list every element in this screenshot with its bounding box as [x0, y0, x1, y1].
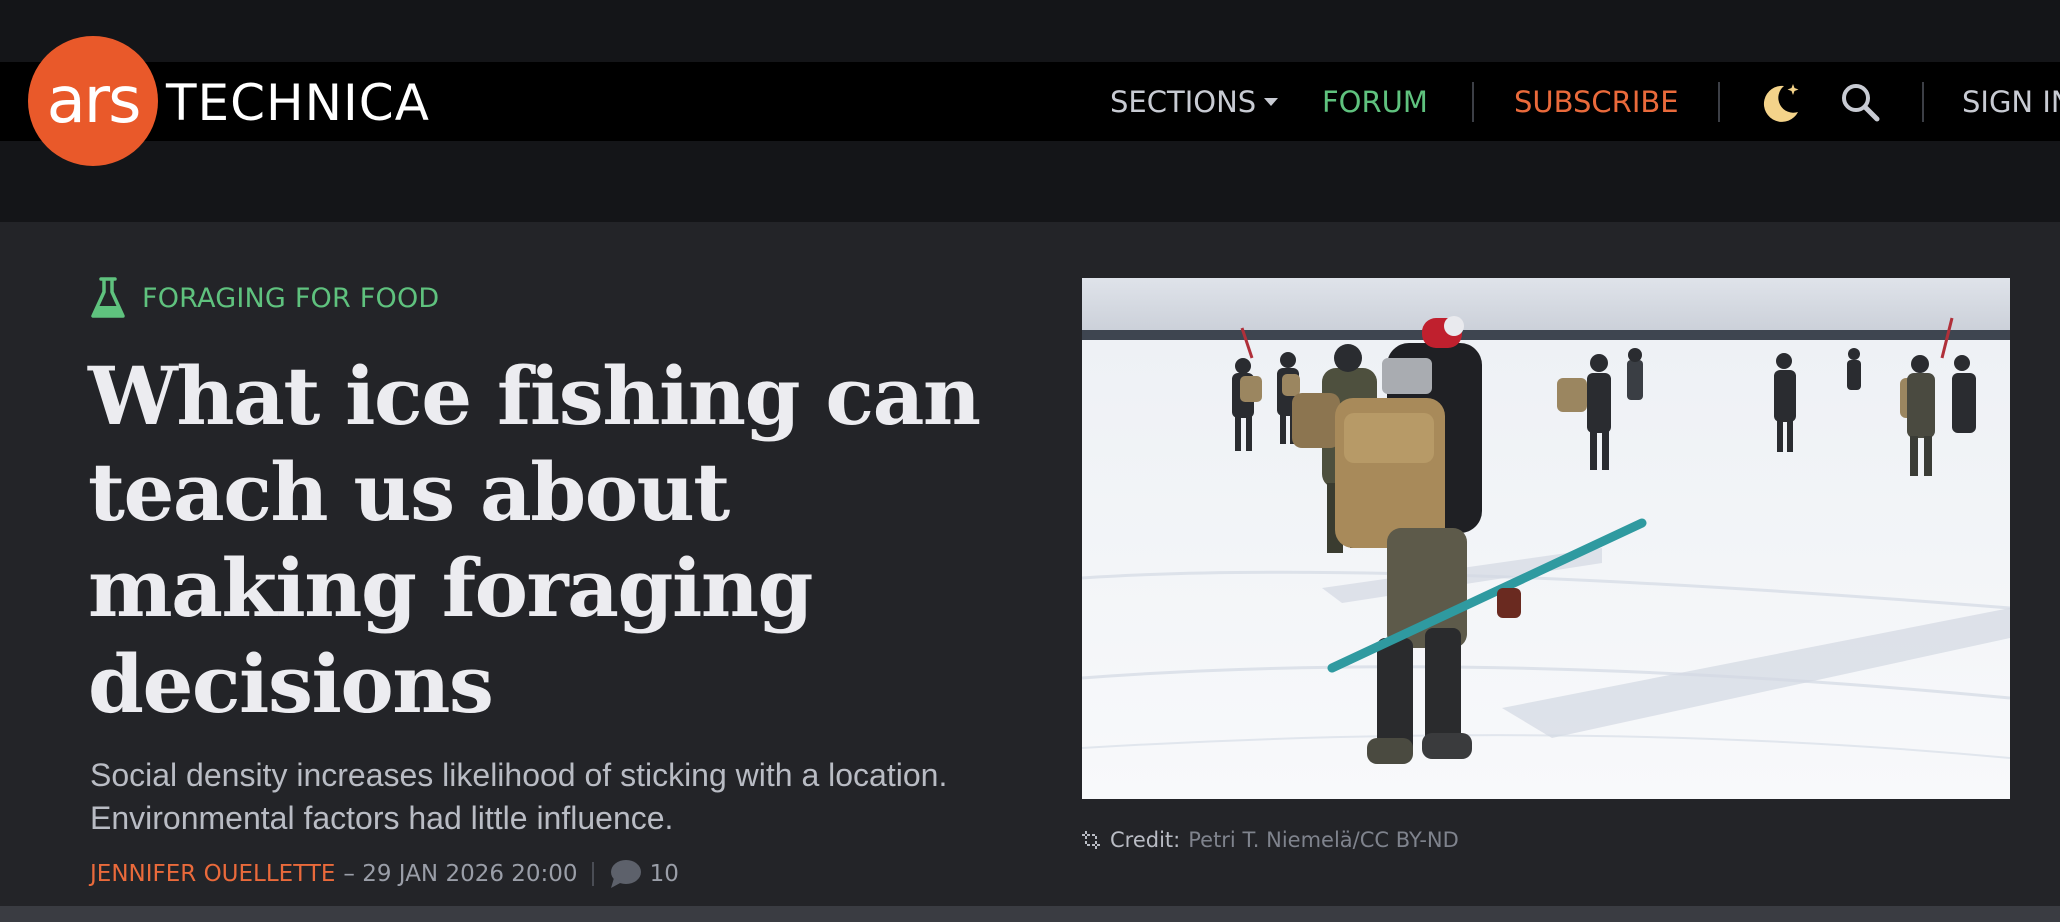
article-kicker[interactable]: FORAGING FOR FOOD [88, 276, 439, 320]
nav-divider [1718, 82, 1720, 122]
logo-name: TECHNICA [166, 74, 430, 132]
article-headline: What ice fishing can teach us about maki… [88, 349, 981, 731]
nav-sections-label: SECTIONS [1110, 84, 1257, 119]
comment-bubble-icon [610, 860, 641, 888]
moon-icon [1763, 84, 1799, 122]
chevron-down-icon [1264, 97, 1279, 106]
flask-icon [91, 277, 125, 318]
site-logo[interactable]: ars TECHNICA [28, 36, 430, 166]
bottom-strip [0, 906, 2060, 922]
dark-mode-toggle[interactable] [1760, 78, 1804, 126]
nav-sections-menu[interactable]: SECTIONS [1110, 62, 1279, 141]
credit-value: Petri T. Niemelä/CC BY-ND [1188, 828, 1459, 852]
nav-signin-link[interactable]: SIGN IN [1962, 62, 2060, 141]
nav-divider [1922, 82, 1924, 122]
article-dek: Social density increases likelihood of s… [90, 757, 948, 836]
publish-date: – 29 JAN 2026 20:00 [343, 861, 578, 887]
kicker-label: FORAGING FOR FOOD [142, 282, 440, 314]
comment-count: 10 [649, 861, 679, 887]
search-icon [1842, 84, 1880, 122]
nav-forum-link[interactable]: FORUM [1322, 62, 1428, 141]
credit-label: Credit: [1110, 828, 1181, 852]
logo-mark: ars [28, 36, 158, 166]
crop-icon [1082, 831, 1100, 849]
comments-link[interactable]: 10 [608, 858, 679, 890]
author-link[interactable]: JENNIFER OUELLETTE [90, 861, 335, 887]
ice-fishing-photo [1082, 278, 2010, 799]
byline: JENNIFER OUELLETTE – 29 JAN 2026 20:00 1… [90, 856, 679, 892]
byline-divider [591, 862, 594, 886]
nav-subscribe-link[interactable]: SUBSCRIBE [1514, 62, 1679, 141]
article-lead-image[interactable] [1082, 278, 2010, 799]
image-credit: Credit: Petri T. Niemelä/CC BY-ND [1080, 824, 1459, 856]
nav-divider [1472, 82, 1474, 122]
search-button[interactable] [1838, 78, 1882, 126]
